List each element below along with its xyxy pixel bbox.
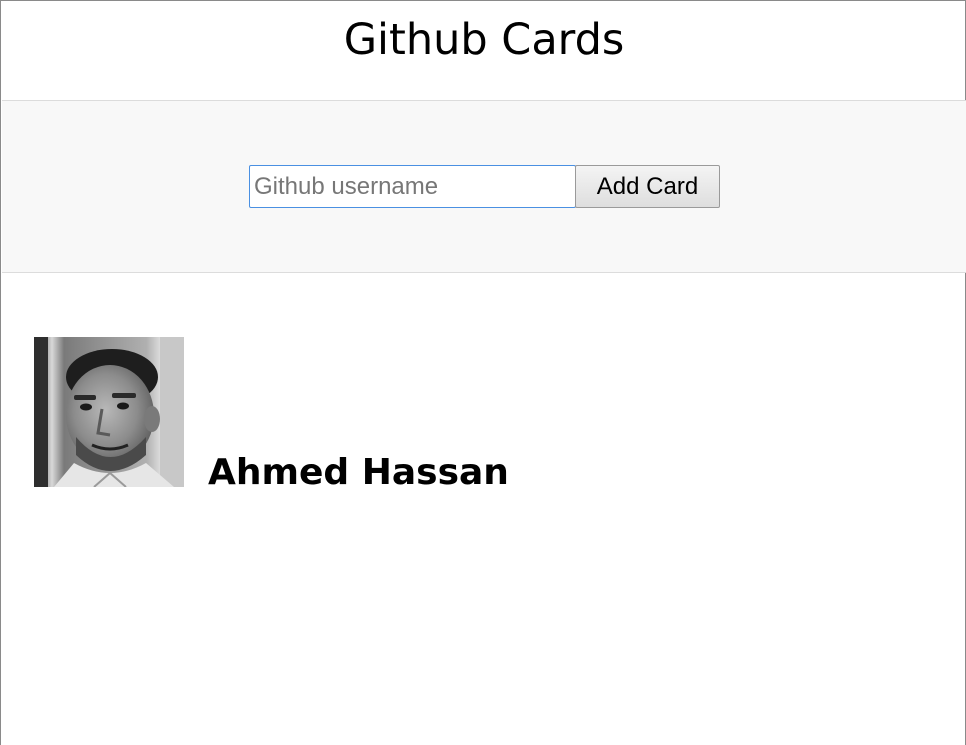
add-card-button[interactable]: Add Card [575,165,720,208]
browser-viewport: Github Cards Add Card [0,0,966,745]
page-title: Github Cards [343,15,625,65]
page-header: Github Cards [2,4,966,101]
github-card: Ahmed Hassan [34,337,634,497]
avatar [34,337,184,487]
add-card-form: Add Card [2,101,966,273]
avatar-photo-icon [34,337,184,487]
github-username-input[interactable] [249,165,576,208]
card-name: Ahmed Hassan [208,452,509,493]
